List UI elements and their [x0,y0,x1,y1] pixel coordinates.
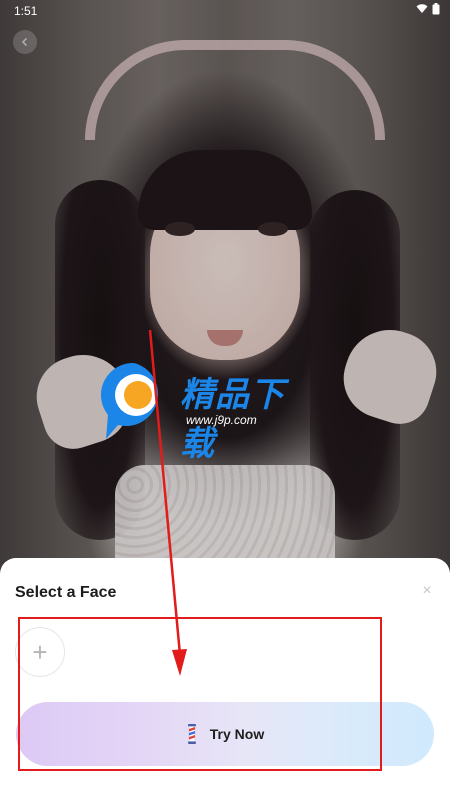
watermark-emblem [100,362,159,439]
battery-icon [432,3,440,15]
status-time: 1:51 [14,4,38,18]
status-icons [416,3,440,15]
back-button[interactable] [13,30,37,54]
wifi-icon [416,4,428,13]
watermark-url: www.j9p.com [186,413,257,427]
status-bar: 1:51 [0,0,450,24]
close-icon[interactable]: × [418,582,436,600]
back-icon [21,37,28,47]
annotation-box [18,617,382,771]
watermark-logo: 精品下载 www.j9p.com [96,355,296,464]
sheet-title: Select a Face [15,584,117,601]
